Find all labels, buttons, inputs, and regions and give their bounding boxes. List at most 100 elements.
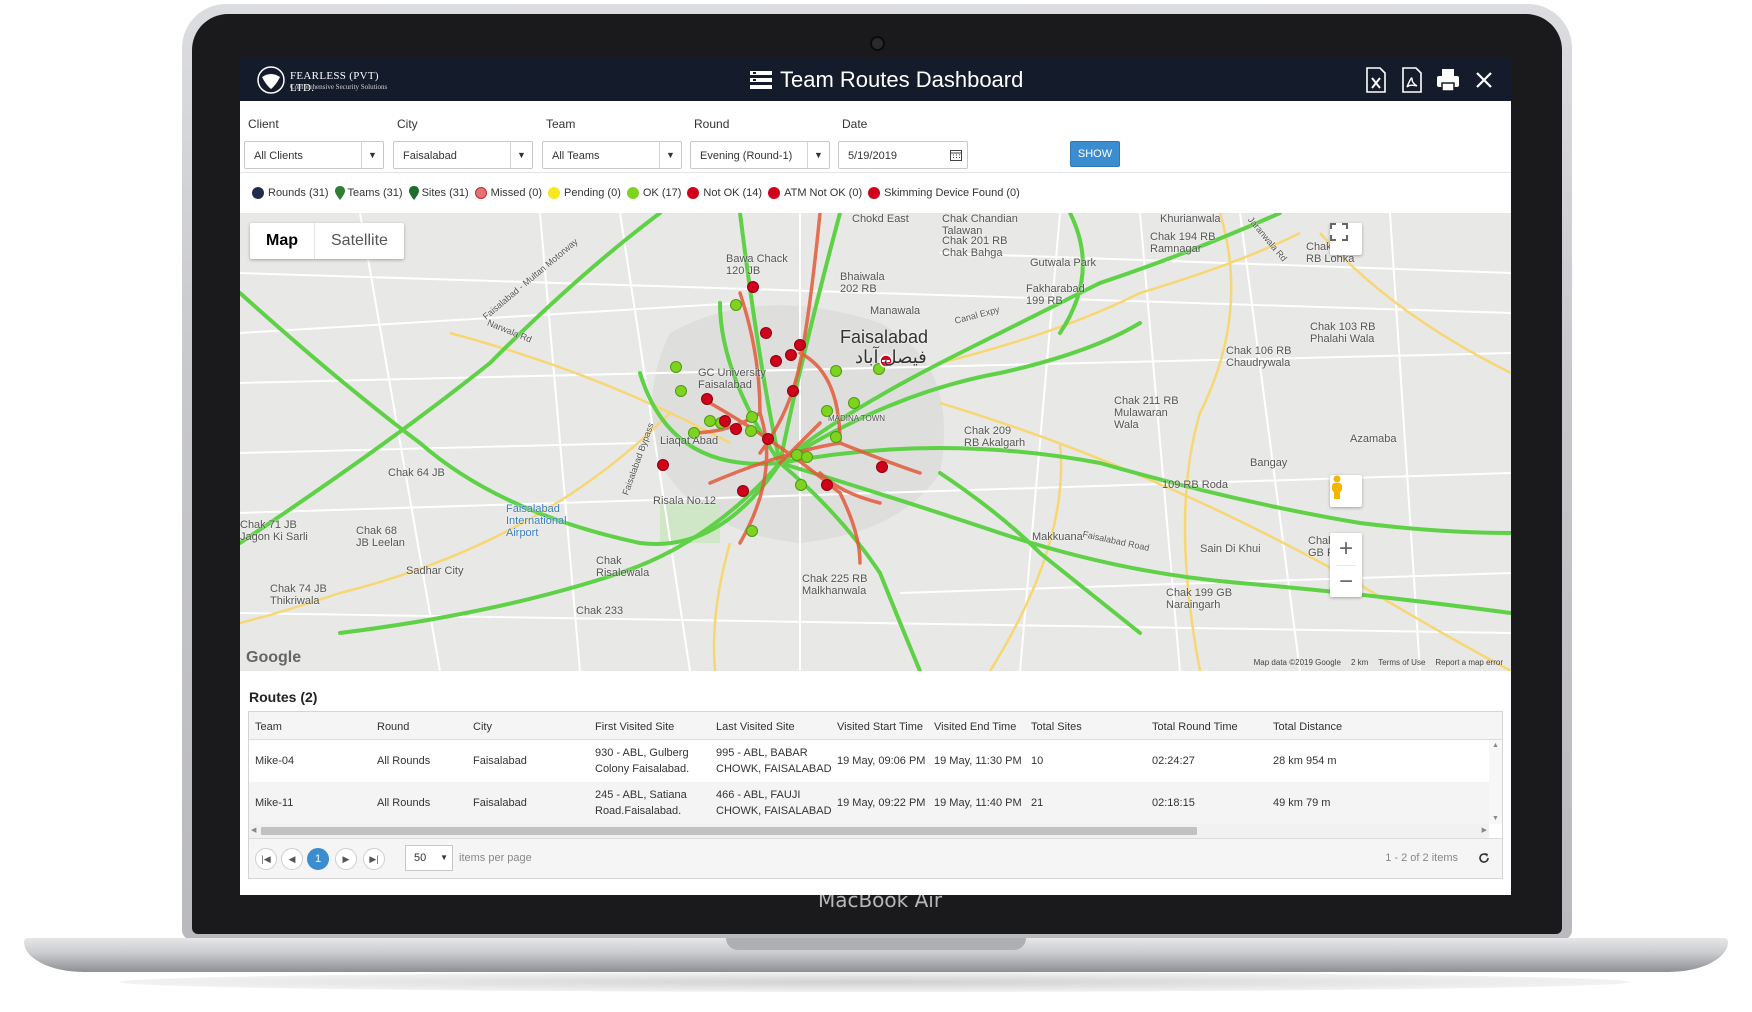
col-team[interactable]: Team <box>255 719 282 735</box>
map-label-makkuana: Makkuana <box>1032 531 1083 543</box>
table-row[interactable]: Mike-04 All Rounds Faisalabad 930 - ABL,… <box>249 740 1502 782</box>
round-filter: Round Evening (Round-1) ▼ <box>690 117 830 169</box>
pdf-export-icon[interactable] <box>1399 67 1425 93</box>
map-label-bawa-chack: Bawa Chack 120 JB <box>726 253 788 277</box>
col-round[interactable]: Round <box>377 719 409 735</box>
map-view[interactable]: Faisalabad فیصل آباد Bawa Chack 120 JB B… <box>240 213 1511 671</box>
first-page-button[interactable]: |◀ <box>255 848 277 870</box>
map-label-naraingarh: Chak 199 GB Naraingarh <box>1166 587 1233 611</box>
col-start-time[interactable]: Visited Start Time <box>837 719 923 735</box>
pager-summary: 1 - 2 of 2 items <box>1385 852 1458 864</box>
col-end-time[interactable]: Visited End Time <box>934 719 1016 735</box>
cell-last-site-line2: CHOWK, FAISALABAD <box>716 763 832 775</box>
scroll-down-icon[interactable]: ▼ <box>1492 815 1499 822</box>
map-label-rb-109: 109 RB Roda <box>1162 479 1229 491</box>
print-icon[interactable] <box>1435 67 1461 93</box>
client-select[interactable]: All Clients ▼ <box>244 141 384 169</box>
team-select[interactable]: All Teams ▼ <box>542 141 682 169</box>
company-logo[interactable]: FEARLESS (PVT) LTD. Comprehensive Securi… <box>256 65 396 95</box>
city-select[interactable]: Faisalabad ▼ <box>393 141 533 169</box>
filter-bar: Client All Clients ▼ City Faisalabad ▼ T… <box>240 101 1511 173</box>
legend: Rounds (31) Teams (31) Sites (31) Missed… <box>252 183 1026 203</box>
cell-first-site-line1: 930 - ABL, Gulberg <box>595 747 689 759</box>
map-label-bangay: Bangay <box>1250 457 1288 469</box>
page-1-button[interactable]: 1 <box>307 848 329 870</box>
map-label-bhaiwala: Bhaiwala 202 RB <box>840 271 885 295</box>
page-size-value: 50 <box>414 852 427 864</box>
col-first-site[interactable]: First Visited Site <box>595 719 674 735</box>
last-page-button[interactable]: ▶| <box>363 848 385 870</box>
site-marker-icon <box>408 186 419 200</box>
show-button[interactable]: SHOW <box>1070 141 1120 167</box>
missed-icon <box>474 187 487 199</box>
map-label-sadhar: Sadhar City <box>406 565 464 577</box>
prev-page-button[interactable]: ◀ <box>281 848 303 870</box>
cell-round: All Rounds <box>377 755 431 767</box>
close-icon[interactable] <box>1471 67 1497 93</box>
legend-not-ok[interactable]: Not OK (14) <box>687 187 762 199</box>
street-view-button[interactable] <box>1330 475 1362 507</box>
map-type-map-button[interactable]: Map <box>250 223 314 259</box>
page-size-select[interactable]: 50 ▼ <box>405 845 453 871</box>
chevron-down-icon: ▼ <box>807 142 829 168</box>
chevron-down-icon: ▼ <box>510 142 532 168</box>
cell-start-time: 19 May, 09:22 PM <box>837 797 926 809</box>
legend-rounds[interactable]: Rounds (31) <box>252 187 329 199</box>
table-row[interactable]: Mike-11 All Rounds Faisalabad 245 - ABL,… <box>249 782 1502 824</box>
round-select[interactable]: Evening (Round-1) ▼ <box>690 141 830 169</box>
map-type-satellite-button[interactable]: Satellite <box>314 223 404 259</box>
cell-end-time: 19 May, 11:30 PM <box>934 755 1022 767</box>
google-logo[interactable]: Google <box>246 649 301 667</box>
map-label-gutwala: Gutwala Park <box>1030 257 1097 269</box>
map-data-credit: Map data ©2019 Google <box>1253 658 1341 667</box>
date-input[interactable]: 5/19/2019 <box>838 141 968 169</box>
fullscreen-button[interactable] <box>1330 223 1362 255</box>
cell-city: Faisalabad <box>473 755 527 767</box>
map-footer: Map data ©2019 Google 2 km Terms of Use … <box>1254 658 1503 667</box>
header-bar: FEARLESS (PVT) LTD. Comprehensive Securi… <box>240 57 1511 101</box>
horizontal-scrollbar[interactable]: ◀ ▶ <box>249 824 1489 838</box>
cell-team: Mike-11 <box>255 797 294 809</box>
legend-missed[interactable]: Missed (0) <box>474 187 542 199</box>
calendar-icon[interactable] <box>945 142 967 168</box>
scroll-left-icon[interactable]: ◀ <box>251 826 256 834</box>
team-label: Team <box>546 117 576 131</box>
legend-teams[interactable]: Teams (31) <box>334 186 403 200</box>
report-error-link[interactable]: Report a map error <box>1435 658 1503 667</box>
col-city[interactable]: City <box>473 719 492 735</box>
legend-not-ok-label: Not OK (14) <box>703 187 763 199</box>
map-label-chak-233: Chak 233 <box>576 605 624 617</box>
legend-skimming[interactable]: Skimming Device Found (0) <box>868 187 1020 199</box>
col-total-sites[interactable]: Total Sites <box>1031 719 1082 735</box>
zoom-out-button[interactable]: − <box>1330 566 1362 597</box>
horizontal-scroll-thumb[interactable] <box>261 827 1197 835</box>
vertical-scrollbar[interactable]: ▲ ▼ <box>1489 740 1502 824</box>
legend-skimming-label: Skimming Device Found (0) <box>884 187 1020 199</box>
next-page-button[interactable]: ▶ <box>335 848 357 870</box>
col-last-site[interactable]: Last Visited Site <box>716 719 795 735</box>
map-label-fakharabad: Fakharabad 199 RB <box>1026 283 1085 307</box>
legend-pending[interactable]: Pending (0) <box>548 187 621 199</box>
terms-link[interactable]: Terms of Use <box>1378 658 1425 667</box>
client-label: Client <box>248 117 279 131</box>
legend-atm-not-ok[interactable]: ATM Not OK (0) <box>768 187 862 199</box>
refresh-icon[interactable] <box>1478 852 1490 864</box>
legend-sites[interactable]: Sites (31) <box>408 186 469 200</box>
chevron-down-icon: ▼ <box>659 142 681 168</box>
legend-ok[interactable]: OK (17) <box>626 187 681 199</box>
cell-round-time: 02:18:15 <box>1152 797 1195 809</box>
atm-not-ok-icon <box>768 187 781 199</box>
col-round-time[interactable]: Total Round Time <box>1152 719 1238 735</box>
shield-logo-icon <box>257 66 285 94</box>
scroll-right-icon[interactable]: ▶ <box>1482 826 1487 834</box>
zoom-in-button[interactable]: + <box>1330 533 1362 565</box>
cell-start-time: 19 May, 09:06 PM <box>837 755 926 767</box>
legend-missed-label: Missed (0) <box>490 187 542 199</box>
map-scale[interactable]: 2 km <box>1351 658 1368 667</box>
dashboard-icon <box>750 71 772 89</box>
city-label-urdu: فیصل آباد <box>855 347 927 367</box>
rounds-icon <box>252 187 264 199</box>
col-distance[interactable]: Total Distance <box>1273 719 1342 735</box>
scroll-up-icon[interactable]: ▲ <box>1492 742 1499 749</box>
excel-export-icon[interactable] <box>1363 67 1389 93</box>
